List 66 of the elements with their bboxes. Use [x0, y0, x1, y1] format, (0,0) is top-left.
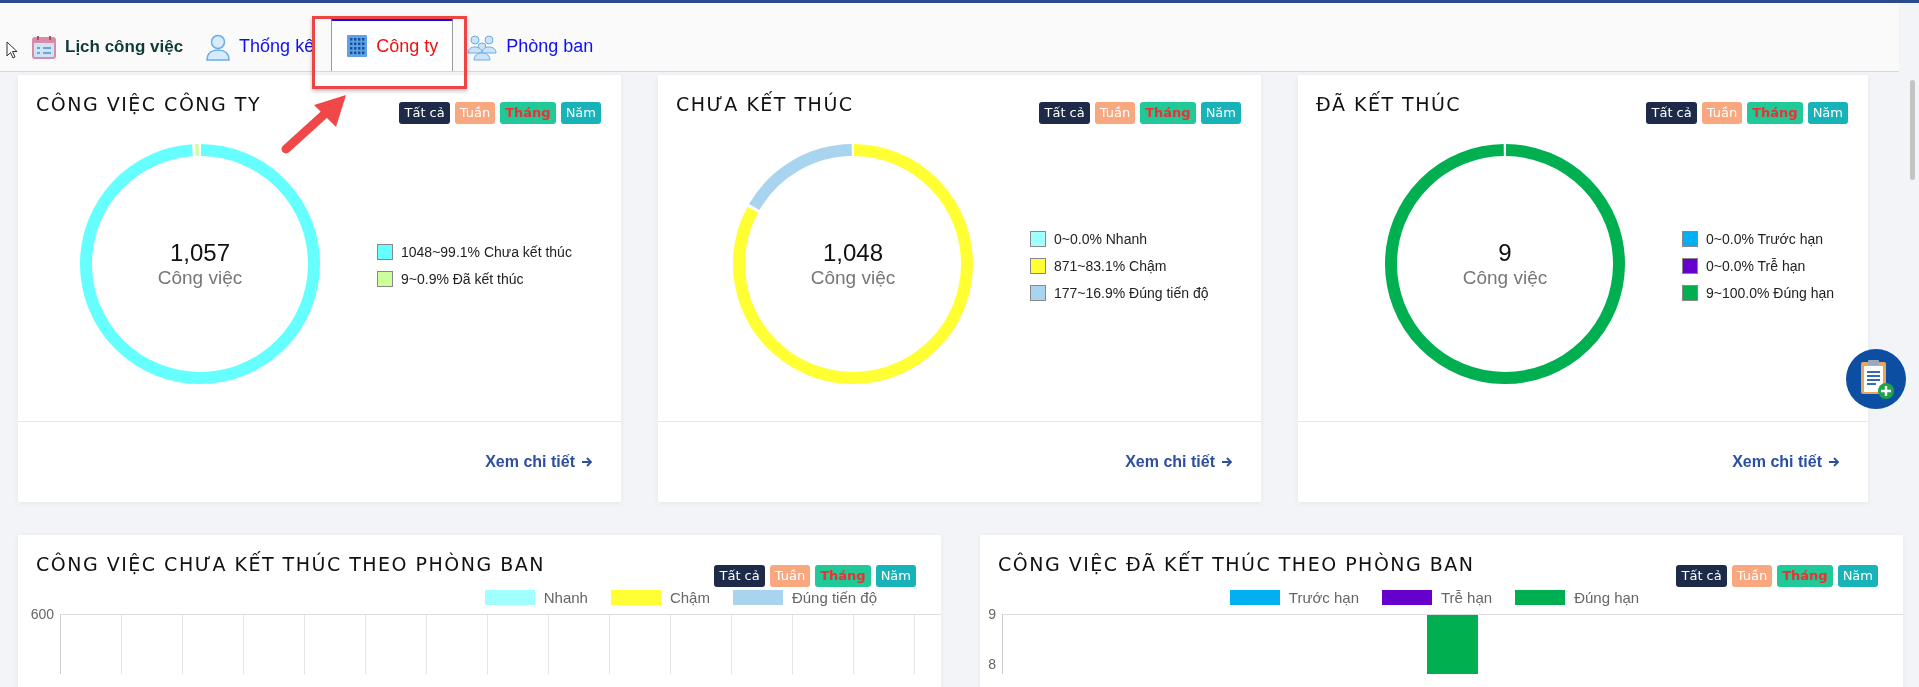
tab[interactable]: Phòng ban	[459, 21, 601, 71]
card-title: CÔNG VIỆC CHƯA KẾT THÚC THEO PHÒNG BAN	[36, 553, 546, 575]
unit-label: Công việc	[810, 266, 896, 289]
axis-tick-label: 600	[30, 606, 54, 622]
legend-label: 0~0.0% Trước hạn	[1706, 230, 1823, 247]
person-icon	[205, 32, 232, 61]
filter-button[interactable]: Năm	[1200, 102, 1241, 124]
filter-button[interactable]: Tuần	[769, 565, 811, 587]
legend-label: Trễ hạn	[1441, 589, 1493, 606]
arrow-right-icon	[581, 456, 593, 468]
total-count: 9	[1498, 238, 1512, 267]
total-count: 1,057	[169, 238, 231, 267]
legend-label: 0~0.0% Trễ hạn	[1706, 257, 1806, 274]
card-title: ĐÃ KẾT THÚC	[1316, 93, 1462, 115]
legend-label: Chậm	[669, 589, 710, 606]
mouse-pointer-icon	[6, 41, 18, 59]
axis-tick-label: 9	[988, 606, 996, 622]
filter-button[interactable]: Tuần	[1731, 565, 1773, 587]
axis-tick-label: 8	[988, 656, 996, 672]
filter-button[interactable]: Tuần	[454, 102, 496, 124]
filter-button[interactable]: Tháng	[815, 565, 871, 587]
filter-button[interactable]: Năm	[1807, 102, 1848, 124]
building-icon	[346, 34, 369, 58]
filter-button[interactable]: Tuần	[1094, 102, 1136, 124]
filter-button[interactable]: Tháng	[1140, 102, 1196, 124]
calendar-icon	[31, 33, 57, 60]
filter-button[interactable]: Tháng	[500, 102, 556, 124]
legend-label: 871~83.1% Chậm	[1054, 257, 1167, 274]
details-link[interactable]: Xem chi tiết	[485, 453, 593, 471]
legend-label: Nhanh	[543, 589, 588, 606]
arrow-right-icon	[1828, 456, 1840, 468]
legend-label: 1048~99.1% Chưa kết thúc	[401, 244, 572, 260]
legend-label: Trước hạn	[1288, 589, 1359, 606]
people-icon	[466, 32, 499, 61]
chart-bar	[1427, 615, 1478, 674]
legend-label: Đúng tiến độ	[791, 589, 877, 606]
filter-button[interactable]: Tất cả	[1039, 102, 1090, 124]
legend-label: 177~16.9% Đúng tiến độ	[1054, 284, 1209, 301]
filter-button[interactable]: Năm	[1837, 565, 1878, 587]
tab[interactable]: Thống kê	[198, 21, 322, 71]
tab[interactable]: Lịch công việc	[24, 21, 199, 71]
legend-label: 9~100.0% Đúng hạn	[1706, 284, 1835, 301]
tab[interactable]: Công ty	[331, 18, 454, 71]
filter-button[interactable]: Tất cả	[1676, 565, 1727, 587]
legend-label: Đúng hạn	[1574, 589, 1640, 606]
total-count: 1,048	[822, 238, 884, 267]
details-link[interactable]: Xem chi tiết	[1732, 453, 1840, 471]
filter-button[interactable]: Tháng	[1747, 102, 1803, 124]
unit-label: Công việc	[157, 266, 243, 289]
filter-button[interactable]: Năm	[875, 565, 916, 587]
filter-button[interactable]: Tất cả	[399, 102, 450, 124]
filter-button[interactable]: Năm	[560, 102, 601, 124]
add-note-button[interactable]	[1846, 349, 1906, 409]
filter-button[interactable]: Tháng	[1777, 565, 1833, 587]
filter-button[interactable]: Tuần	[1701, 102, 1743, 124]
card-title: CHƯA KẾT THÚC	[676, 93, 854, 115]
filter-button[interactable]: Tất cả	[714, 565, 765, 587]
unit-label: Công việc	[1462, 266, 1548, 289]
details-link[interactable]: Xem chi tiết	[1125, 453, 1233, 471]
legend-label: 0~0.0% Nhanh	[1054, 230, 1148, 247]
arrow-right-icon	[1221, 456, 1233, 468]
legend-label: 9~0.9% Đã kết thúc	[401, 271, 524, 287]
filter-button[interactable]: Tất cả	[1646, 102, 1697, 124]
card-title: CÔNG VIỆC CÔNG TY	[36, 93, 262, 115]
card-title: CÔNG VIỆC ĐÃ KẾT THÚC THEO PHÒNG BAN	[998, 553, 1475, 575]
scrollbar[interactable]	[1910, 80, 1915, 180]
